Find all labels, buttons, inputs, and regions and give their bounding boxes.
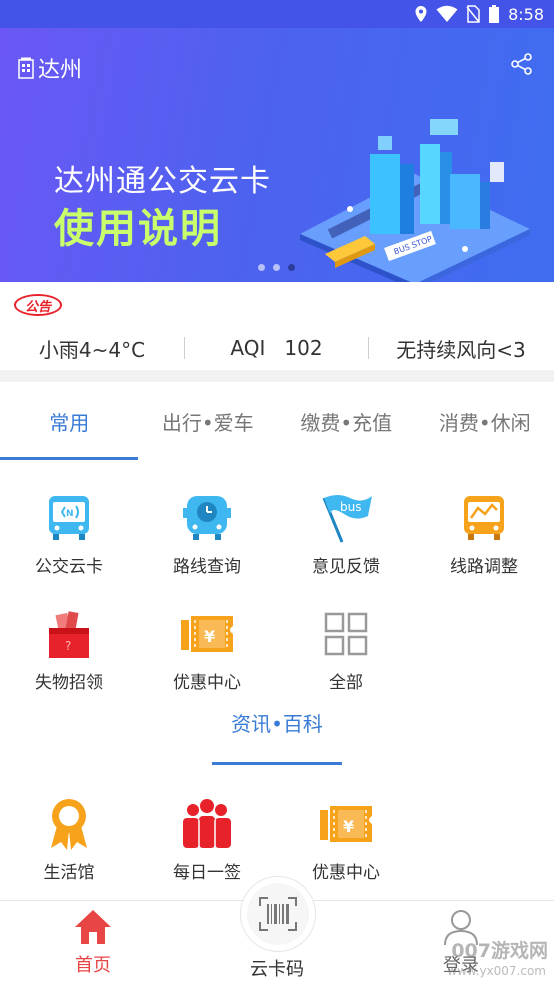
barcode-scan-icon <box>259 897 297 931</box>
service-bus-card[interactable]: N 公交云卡 <box>0 488 138 588</box>
service-label: 优惠中心 <box>173 673 241 693</box>
banner-title: 达州通公交云卡 <box>54 164 271 199</box>
banner-pagination <box>258 264 295 271</box>
service-label: 线路调整 <box>450 557 518 577</box>
people-group-icon <box>183 799 231 848</box>
service-route-query[interactable]: 路线查询 <box>138 488 276 588</box>
info-label: 优惠中心 <box>312 863 380 883</box>
smart-city-illustration: BUS STOP <box>300 119 530 282</box>
tab-common[interactable]: 常用 <box>0 382 139 460</box>
weather-bar: 小雨4~4°C AQI 102 无持续风向<3 <box>0 328 554 368</box>
section-underline <box>212 762 342 765</box>
section-gap <box>0 370 554 382</box>
category-tabs: 常用 出行•爱车 缴费•充值 消费•休闲 <box>0 382 554 460</box>
share-icon <box>511 53 532 75</box>
info-discount-center[interactable]: ¥ 优惠中心 <box>277 794 415 894</box>
service-label: 失物招领 <box>35 673 103 693</box>
tab-consumption-leisure[interactable]: 消费•休闲 <box>416 382 554 460</box>
svg-text:¥: ¥ <box>204 627 215 646</box>
award-ribbon-icon <box>51 799 87 850</box>
bus-schedule-icon <box>183 496 231 540</box>
service-label: 全部 <box>329 673 363 693</box>
nav-card-code-label: 云卡码 <box>250 959 304 980</box>
city-selector[interactable]: 达州 <box>18 52 82 84</box>
service-all[interactable]: 全部 <box>277 604 415 704</box>
banner-subtitle: 使用说明 <box>54 206 222 252</box>
bus-flag-icon: bus <box>322 495 372 543</box>
weather-wind: 无持续风向<3 <box>396 337 526 362</box>
info-daily-sign[interactable]: 每日一签 <box>138 794 276 894</box>
status-time: 8:58 <box>508 4 544 24</box>
svg-text:?: ? <box>65 639 71 653</box>
bus-card-icon: N <box>49 496 89 540</box>
service-discount-center[interactable]: ¥ 优惠中心 <box>138 604 276 704</box>
nav-home[interactable]: 首页 <box>24 901 162 986</box>
info-label: 生活馆 <box>43 863 95 883</box>
coupon-icon: ¥ <box>181 616 233 652</box>
nav-home-label: 首页 <box>75 955 111 976</box>
promo-banner[interactable]: 达州 达州通公交云卡 使用说明 BUS STOP <box>0 28 554 282</box>
notice-badge[interactable]: 公告 <box>14 294 62 316</box>
card-code-button[interactable] <box>240 876 316 952</box>
battery-icon <box>489 5 500 23</box>
service-label: 路线查询 <box>173 557 241 577</box>
wifi-icon <box>436 5 458 22</box>
pagination-dot <box>273 264 280 271</box>
location-icon <box>415 6 427 22</box>
city-name: 达州 <box>38 58 83 83</box>
no-sim-icon <box>466 5 480 23</box>
svg-text:N: N <box>66 509 74 519</box>
weather-condition: 小雨4~4°C <box>38 337 146 362</box>
tab-payment-recharge[interactable]: 缴费•充值 <box>277 382 416 460</box>
pagination-dot-active <box>288 264 295 271</box>
card-code-button-inner <box>247 883 309 945</box>
watermark: 007游戏网 <box>451 940 548 962</box>
home-icon <box>75 910 111 944</box>
share-button[interactable] <box>510 52 534 80</box>
weather-aqi: AQI 102 <box>230 336 323 360</box>
service-lost-found[interactable]: ? 失物招领 <box>0 604 138 704</box>
route-adjust-icon <box>464 496 504 540</box>
svg-text:¥: ¥ <box>343 817 354 836</box>
lost-found-bag-icon: ? <box>49 611 89 658</box>
service-label: 公交云卡 <box>35 557 103 577</box>
city-building-icon <box>18 57 34 79</box>
svg-text:bus: bus <box>340 500 361 514</box>
service-route-adjust[interactable]: 线路调整 <box>415 488 553 588</box>
pagination-dot <box>258 264 265 271</box>
coupon-icon: ¥ <box>320 806 372 842</box>
grid-all-icon <box>324 612 368 656</box>
watermark-url: www.yx007.com <box>447 964 546 978</box>
info-life-hall[interactable]: 生活馆 <box>0 794 138 894</box>
info-label: 每日一签 <box>173 863 241 883</box>
tab-travel-car[interactable]: 出行•爱车 <box>139 382 278 460</box>
service-feedback[interactable]: bus 意见反馈 <box>277 488 415 588</box>
status-bar: 8:58 <box>0 0 554 28</box>
section-title[interactable]: 资讯•百科 <box>0 708 554 737</box>
service-label: 意见反馈 <box>312 557 380 577</box>
